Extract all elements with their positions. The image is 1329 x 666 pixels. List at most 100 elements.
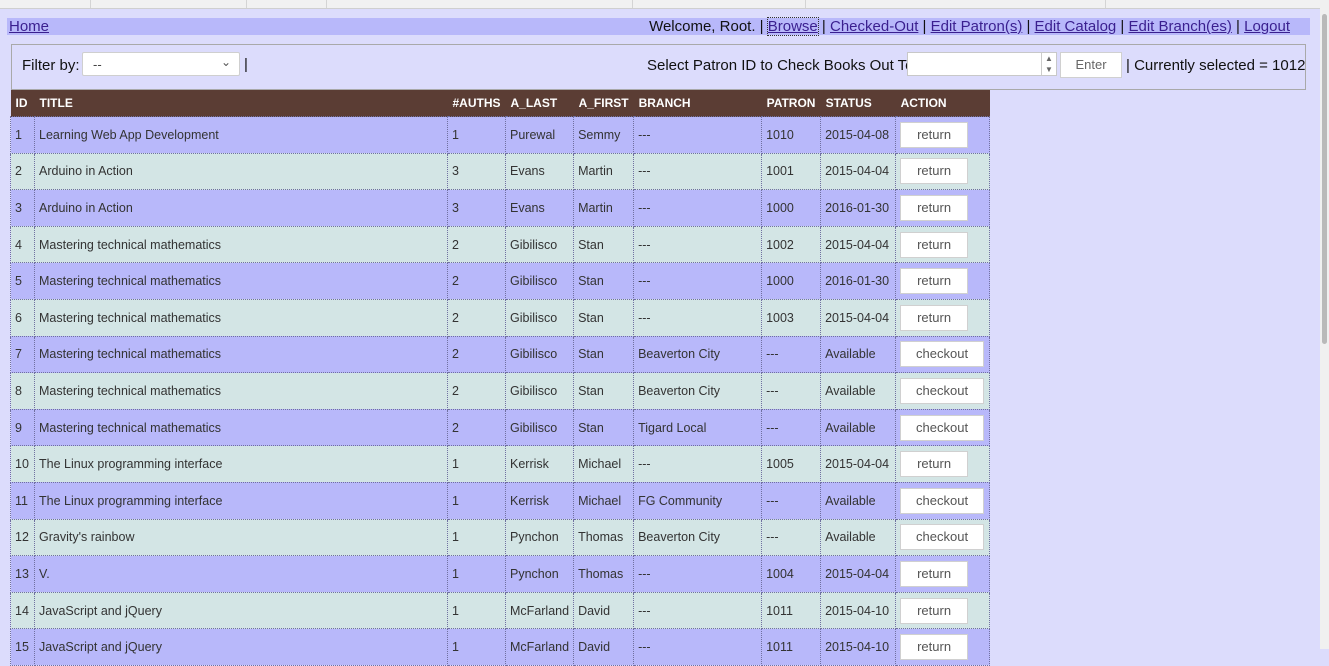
checkout-button[interactable]: checkout — [900, 377, 985, 404]
filter-label: Filter by: — [22, 57, 80, 74]
cell-last: Kerrisk — [505, 481, 575, 520]
cell-auths: 1 — [446, 555, 507, 593]
cell-action: return — [895, 189, 991, 227]
cell-last: McFarland — [505, 628, 575, 666]
cell-auths: 1 — [446, 445, 507, 483]
edit-branches-link[interactable]: Edit Branch(es) — [1129, 18, 1232, 35]
cell-id: 10 — [10, 445, 35, 483]
cell-patron: --- — [761, 372, 822, 410]
filter-selected-value: -- — [93, 57, 102, 72]
logout-link[interactable]: Logout — [1244, 18, 1290, 35]
cell-action: checkout — [895, 518, 991, 557]
cell-title: Gravity's rainbow — [34, 518, 448, 557]
cell-title: JavaScript and jQuery — [34, 591, 448, 630]
cell-first: David — [573, 591, 635, 630]
cell-title: Learning Web App Development — [34, 116, 448, 154]
cell-patron: 1002 — [761, 225, 822, 264]
col-header-patron: PATRON — [761, 90, 821, 117]
checkout-button[interactable]: checkout — [900, 414, 985, 441]
cell-action: checkout — [895, 481, 991, 520]
checkout-button[interactable]: checkout — [900, 341, 985, 368]
browse-link[interactable]: Browse — [766, 17, 819, 36]
return-button[interactable]: return — [900, 194, 969, 221]
cell-action: return — [895, 555, 991, 593]
return-button[interactable]: return — [900, 121, 969, 148]
cell-first: Stan — [573, 372, 635, 410]
cell-status: Available — [820, 481, 897, 520]
stepper-down-icon[interactable]: ▼ — [1042, 64, 1056, 75]
edit-catalog-link[interactable]: Edit Catalog — [1035, 18, 1117, 35]
cell-action: checkout — [895, 372, 991, 410]
cell-last: Pynchon — [505, 555, 575, 593]
scrollbar-thumb[interactable] — [1322, 14, 1327, 344]
cell-id: 7 — [10, 335, 35, 374]
table-row: 1 Learning Web App Development 1 Purewal Sem… — [10, 116, 991, 154]
enter-button[interactable]: Enter — [1060, 52, 1122, 78]
cell-patron: --- — [761, 335, 822, 374]
cell-first: Stan — [573, 408, 635, 447]
cell-id: 3 — [10, 189, 35, 227]
return-button[interactable]: return — [900, 451, 969, 478]
return-button[interactable]: return — [900, 634, 969, 661]
cell-action: return — [895, 445, 991, 483]
cell-title: The Linux programming interface — [34, 481, 448, 520]
cell-auths: 3 — [446, 152, 507, 191]
cell-title: Mastering technical mathematics — [34, 262, 448, 300]
cell-status: 2016-01-30 — [820, 262, 897, 300]
cell-status: 2015-04-10 — [820, 628, 897, 666]
cell-status: 2015-04-04 — [820, 298, 897, 337]
col-header-auths: #AUTHS — [447, 90, 506, 117]
cell-branch: --- — [633, 298, 763, 337]
browser-tab-strip — [0, 0, 1320, 9]
cell-status: Available — [820, 518, 897, 557]
return-button[interactable]: return — [900, 231, 969, 258]
col-header-branch: BRANCH — [633, 90, 762, 117]
cell-last: McFarland — [505, 591, 575, 630]
cell-branch: --- — [633, 445, 763, 483]
stepper-up-icon[interactable]: ▲ — [1042, 53, 1056, 64]
return-button[interactable]: return — [900, 304, 969, 331]
vertical-scrollbar[interactable] — [1320, 0, 1329, 649]
cell-id: 2 — [10, 152, 35, 191]
edit-patrons-link[interactable]: Edit Patron(s) — [931, 18, 1023, 35]
cell-last: Evans — [505, 152, 575, 191]
cell-branch: --- — [633, 262, 763, 300]
cell-action: checkout — [895, 408, 991, 447]
books-table: ID TITLE #AUTHS A_LAST A_FIRST BRANCH PA… — [10, 90, 991, 666]
table-row: 11 The Linux programming interface 1 Kerris… — [10, 481, 991, 520]
cell-first: Martin — [573, 189, 635, 227]
cell-title: Mastering technical mathematics — [34, 372, 448, 410]
cell-patron: 1004 — [761, 555, 822, 593]
return-button[interactable]: return — [900, 597, 969, 624]
cell-id: 1 — [10, 116, 35, 154]
cell-action: return — [895, 116, 991, 154]
cell-status: 2015-04-04 — [820, 152, 897, 191]
table-row: 13 V. 1 Pynchon Thomas --- 1004 2015-04-04 retur… — [10, 555, 991, 593]
cell-patron: --- — [761, 481, 822, 520]
cell-title: Mastering technical mathematics — [34, 408, 448, 447]
checkout-button[interactable]: checkout — [900, 487, 985, 514]
return-button[interactable]: return — [900, 560, 969, 587]
cell-action: return — [895, 262, 991, 300]
return-button[interactable]: return — [900, 268, 969, 295]
home-link[interactable]: Home — [9, 18, 49, 35]
cell-patron: 1011 — [761, 591, 822, 630]
cell-first: Semmy — [573, 116, 635, 154]
number-stepper[interactable]: ▲ ▼ — [1041, 53, 1056, 75]
cell-title: V. — [34, 555, 448, 593]
cell-last: Kerrisk — [505, 445, 575, 483]
cell-id: 5 — [10, 262, 35, 300]
cell-first: Stan — [573, 298, 635, 337]
cell-id: 9 — [10, 408, 35, 447]
table-row: 14 JavaScript and jQuery 1 McFarland David --… — [10, 591, 991, 630]
return-button[interactable]: return — [900, 158, 969, 185]
cell-patron: --- — [761, 518, 822, 557]
cell-last: Purewal — [505, 116, 575, 154]
cell-auths: 1 — [446, 481, 507, 520]
filter-select[interactable]: -- ⌄ — [82, 52, 240, 76]
cell-branch: --- — [633, 628, 763, 666]
cell-title: Arduino in Action — [34, 189, 448, 227]
checkout-button[interactable]: checkout — [900, 524, 985, 551]
patron-id-input[interactable]: ▲ ▼ — [907, 52, 1057, 76]
checked-out-link[interactable]: Checked-Out — [830, 18, 918, 35]
